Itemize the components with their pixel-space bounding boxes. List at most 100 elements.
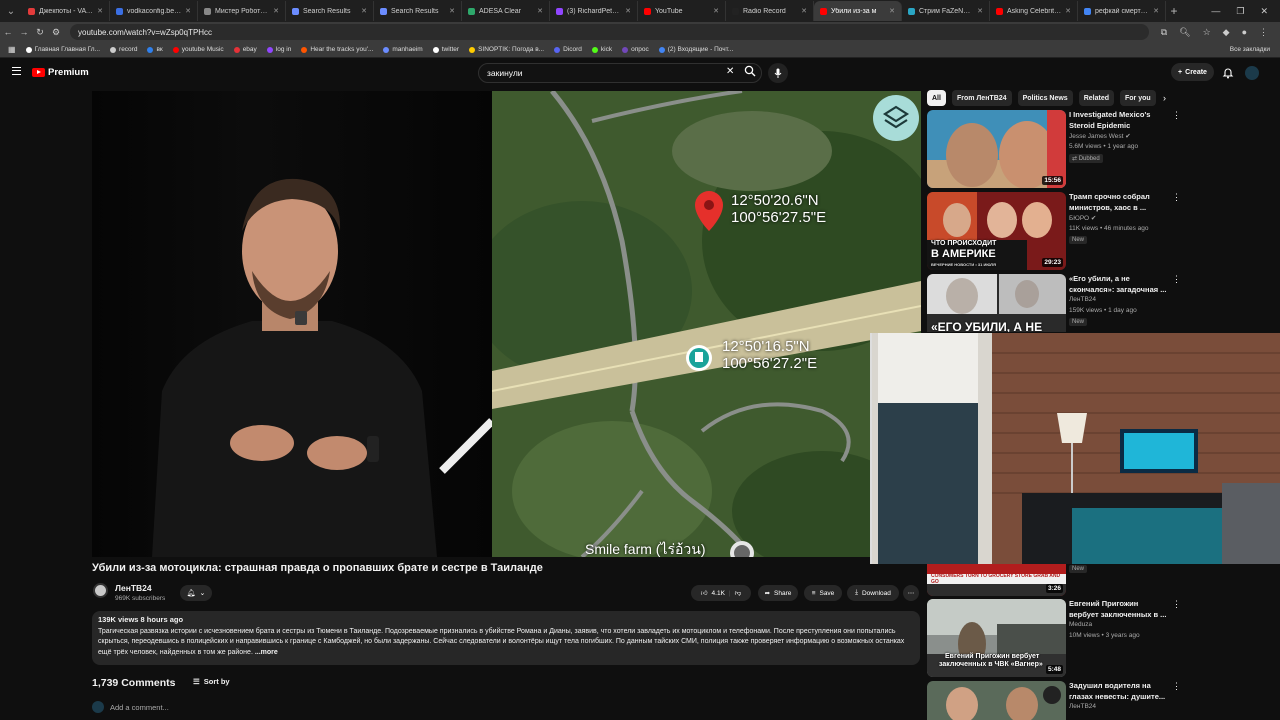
address-bar[interactable]: youtube.com/watch?v=wZsp0qTPHcc bbox=[70, 24, 1149, 40]
notifications-bell-icon[interactable] bbox=[1222, 67, 1234, 79]
search-input[interactable]: закинули bbox=[478, 63, 762, 83]
recommendation-item[interactable]: ЧТО ПРОИСХОДИТ В АМЕРИКЕ ВЕЧЕРНИЕ НОВОСТ… bbox=[927, 192, 1267, 272]
recommendation-item[interactable]: «ЕГО УБИЛИ, А НЕ «Его убили, а не сконча… bbox=[927, 274, 1267, 332]
more-vertical-icon[interactable]: ⋮ bbox=[1172, 110, 1181, 121]
recommendation-title[interactable]: I Investigated Mexico's Steroid Epidemic bbox=[1069, 110, 1169, 131]
search-icon[interactable] bbox=[744, 65, 756, 77]
bookmark-item[interactable]: SINOPTIK: Погода в... bbox=[469, 46, 544, 53]
browser-tab[interactable]: Убили из-за м ✕ bbox=[814, 1, 902, 21]
chip-all[interactable]: All bbox=[927, 90, 946, 106]
more-vertical-icon[interactable]: ⋮ bbox=[1172, 192, 1181, 203]
description-box[interactable]: 139K views 8 hours ago Трагическая развя… bbox=[92, 611, 920, 665]
voice-search-button[interactable] bbox=[768, 63, 788, 83]
browser-tab[interactable]: Radio Record ✕ bbox=[726, 1, 814, 21]
reload-icon[interactable]: ↻ bbox=[32, 27, 48, 38]
close-window-icon[interactable]: ✕ bbox=[1260, 6, 1268, 17]
channel-name[interactable]: ЛенТВ24 bbox=[115, 583, 152, 593]
forward-arrow-icon[interactable]: → bbox=[16, 27, 32, 37]
close-tab-icon[interactable]: ✕ bbox=[889, 7, 895, 15]
bookmark-item[interactable]: record bbox=[110, 46, 137, 53]
account-avatar[interactable] bbox=[1245, 66, 1259, 80]
zoom-icon[interactable]: 🔍︎ bbox=[1179, 27, 1190, 38]
bookmark-item[interactable]: ebay bbox=[233, 46, 257, 53]
recommendation-thumbnail[interactable]: 15:56 bbox=[927, 110, 1066, 188]
recommendation-title[interactable]: «Его убили, а не скончался»: загадочная … bbox=[1069, 274, 1169, 295]
all-bookmarks-folder[interactable]: Все закладки bbox=[1230, 46, 1280, 53]
recommendation-thumbnail[interactable]: CONSUMERS TURN TO GROCERY STORE GRAB AND… bbox=[927, 564, 1066, 596]
close-tab-icon[interactable]: ✕ bbox=[185, 7, 191, 15]
recommendation-thumbnail[interactable]: Евгений Пригожин вербует заключенных в Ч… bbox=[927, 599, 1066, 677]
youtube-logo[interactable]: Premium bbox=[32, 67, 89, 78]
save-button[interactable]: ≡ Save bbox=[804, 585, 842, 601]
channel-avatar[interactable] bbox=[93, 583, 108, 598]
picture-in-picture-video[interactable] bbox=[870, 333, 1280, 564]
download-button[interactable]: ⤓ Download bbox=[847, 585, 899, 601]
hamburger-menu-icon[interactable] bbox=[12, 67, 21, 75]
subscription-notifications-button[interactable]: 🔔︎ ⌄ bbox=[180, 585, 212, 601]
sort-comments-button[interactable]: ☰ Sort by bbox=[193, 677, 230, 686]
close-tab-icon[interactable]: ✕ bbox=[977, 7, 983, 15]
bookmark-item[interactable]: опрос bbox=[622, 46, 649, 53]
close-tab-icon[interactable]: ✕ bbox=[713, 7, 719, 15]
close-tab-icon[interactable]: ✕ bbox=[273, 7, 279, 15]
chip-related[interactable]: Related bbox=[1078, 90, 1114, 106]
browser-tab[interactable]: Asking Celebrity Bil ✕ bbox=[990, 1, 1078, 21]
bookmark-item[interactable]: Dicord bbox=[554, 46, 582, 53]
bookmark-item[interactable]: Главная Главная Гл... bbox=[25, 46, 100, 53]
more-vertical-icon[interactable]: ⋮ bbox=[1172, 274, 1181, 285]
recommendation-thumbnail[interactable]: ЧТО ПРОИСХОДИТ В АМЕРИКЕ ВЕЧЕРНИЕ НОВОСТ… bbox=[927, 192, 1066, 270]
recommendation-item[interactable]: CONSUMERS TURN TO GROCERY STORE GRAB AND… bbox=[927, 564, 1267, 596]
browser-tab[interactable]: (3) RichardPetrovic ✕ bbox=[550, 1, 638, 21]
like-dislike-button[interactable]: 👍︎ 4.1K | 👎︎ bbox=[691, 585, 751, 601]
chevron-right-icon[interactable]: › bbox=[1163, 93, 1166, 103]
browser-menu-icon[interactable]: ⋮ bbox=[1259, 27, 1268, 38]
recommendation-item[interactable]: 15:56 I Investigated Mexico's Steroid Ep… bbox=[927, 110, 1267, 190]
recommendation-title[interactable]: Трамп срочно собрал министров, хаос в ..… bbox=[1069, 192, 1169, 213]
close-tab-icon[interactable]: ✕ bbox=[801, 7, 807, 15]
open-in-app-icon[interactable]: ⧉ bbox=[1161, 27, 1167, 38]
close-tab-icon[interactable]: ✕ bbox=[1065, 7, 1071, 15]
bookmark-item[interactable]: twitter bbox=[432, 46, 459, 53]
new-tab-button[interactable]: + bbox=[1166, 4, 1182, 18]
more-vertical-icon[interactable]: ⋮ bbox=[1172, 681, 1181, 692]
share-button[interactable]: ➦ Share bbox=[758, 585, 798, 601]
close-tab-icon[interactable]: ✕ bbox=[97, 7, 103, 15]
more-vertical-icon[interactable]: ⋮ bbox=[1172, 599, 1181, 610]
chip-from-channel[interactable]: From ЛенТВ24 bbox=[951, 90, 1012, 106]
apps-grid-icon[interactable]: ▦ bbox=[8, 45, 16, 54]
bookmark-item[interactable]: вк bbox=[147, 46, 163, 53]
browser-tab[interactable]: Search Results ✕ bbox=[286, 1, 374, 21]
create-button[interactable]: + Create bbox=[1171, 63, 1214, 81]
chip-for-you[interactable]: For you bbox=[1120, 90, 1156, 106]
bookmark-item[interactable]: (2) Входящие - Почт... bbox=[658, 46, 733, 53]
close-tab-icon[interactable]: ✕ bbox=[1153, 7, 1159, 15]
browser-tab[interactable]: Джекпоты - VAVAD ✕ bbox=[22, 1, 110, 21]
bookmark-item[interactable]: kick bbox=[591, 46, 612, 53]
profile-icon[interactable]: ● bbox=[1242, 27, 1247, 38]
description-more-link[interactable]: ...more bbox=[255, 649, 278, 656]
recommendation-title[interactable]: Евгений Пригожин вербует заключенных в .… bbox=[1069, 599, 1169, 620]
video-player[interactable]: 12°50'20.6"N 100°56'27.5"E 12°50'16.5"N … bbox=[92, 91, 921, 557]
back-arrow-icon[interactable]: ← bbox=[0, 27, 16, 37]
close-tab-icon[interactable]: ✕ bbox=[537, 7, 543, 15]
bookmark-star-icon[interactable]: ☆ bbox=[1203, 27, 1211, 38]
browser-tab[interactable]: vodkaconfig.bet | 5 ✕ bbox=[110, 1, 198, 21]
chip-politics-news[interactable]: Politics News bbox=[1017, 90, 1073, 106]
close-tab-icon[interactable]: ✕ bbox=[625, 7, 631, 15]
close-tab-icon[interactable]: ✕ bbox=[361, 7, 367, 15]
clear-search-icon[interactable]: ✕ bbox=[726, 66, 734, 77]
browser-tab[interactable]: Search Results ✕ bbox=[374, 1, 462, 21]
more-actions-button[interactable]: ⋯ bbox=[903, 585, 919, 601]
recommendation-item[interactable]: Евгений Пригожин вербует заключенных в Ч… bbox=[927, 599, 1267, 679]
bookmark-item[interactable]: youtube Music bbox=[172, 46, 224, 53]
recommendation-title[interactable]: Задушил водителя на глазах невесты: души… bbox=[1069, 681, 1169, 702]
restore-window-icon[interactable]: ❐ bbox=[1236, 6, 1244, 17]
recommendation-thumbnail[interactable] bbox=[927, 681, 1066, 720]
minimize-window-icon[interactable]: — bbox=[1211, 6, 1220, 17]
browser-tab[interactable]: ADESA Clear ✕ bbox=[462, 1, 550, 21]
extensions-icon[interactable]: ◆ bbox=[1223, 27, 1230, 38]
browser-tab[interactable]: YouTube ✕ bbox=[638, 1, 726, 21]
site-info-icon[interactable]: ⚙ bbox=[48, 27, 64, 38]
bookmark-item[interactable]: manhaeim bbox=[383, 46, 423, 53]
browser-tab[interactable]: Стрим FaZeNDA67 ✕ bbox=[902, 1, 990, 21]
